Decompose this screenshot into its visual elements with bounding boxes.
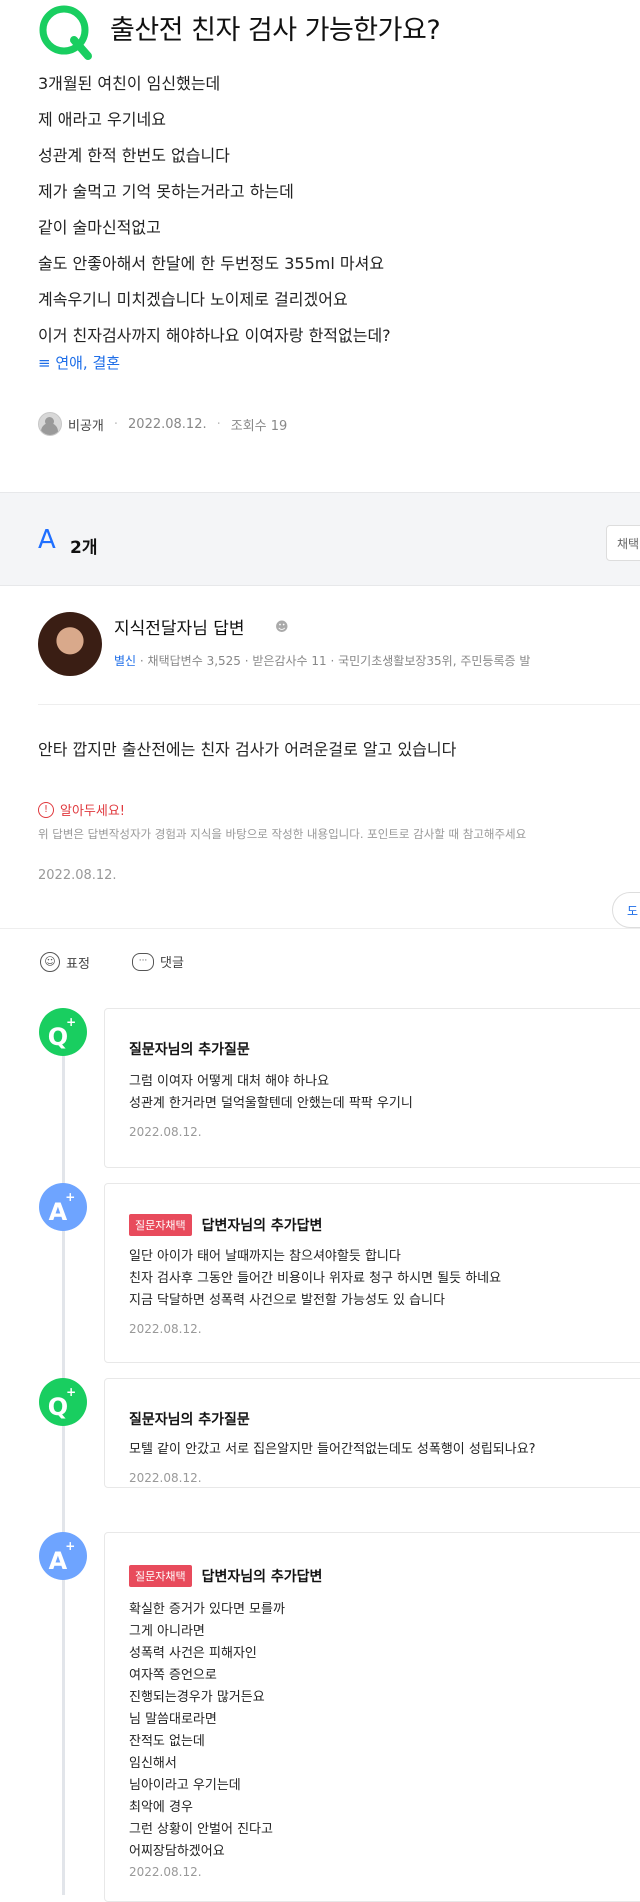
answerer-name[interactable]: 지식전달자님 답변 bbox=[114, 614, 245, 639]
card-date: 2022.08.12. bbox=[129, 1125, 202, 1139]
card-body-line: 그게 아니라면 bbox=[129, 1624, 205, 1639]
question-body-line: 제가 술먹고 기억 못하는거라고 하는데 bbox=[38, 182, 294, 201]
card-header-text: 답변자님의 추가답변 bbox=[201, 1569, 323, 1585]
question-title: 출산전 친자 검사 가능한가요? bbox=[110, 15, 441, 46]
card-body-line: 확실한 증거가 있다면 모를까 bbox=[129, 1602, 285, 1617]
selected-by-asker-badge: 질문자채택 bbox=[129, 1214, 192, 1236]
meta-separator: · bbox=[216, 416, 221, 432]
card-body-line: 모텔 같이 안갔고 서로 집은알지만 들어간적없는데도 성폭행이 성립되나요? bbox=[129, 1442, 536, 1457]
card-body: 모텔 같이 안갔고 서로 집은알지만 들어간적없는데도 성폭행이 성립되나요? bbox=[129, 1439, 536, 1461]
card-body-line: 친자 검사후 그동안 들어간 비용이나 위자료 청구 하시면 될듯 하네요 bbox=[129, 1271, 502, 1286]
card-body-line: 최악에 경우 bbox=[129, 1800, 193, 1815]
card-body-line: 임신해서 bbox=[129, 1756, 177, 1771]
emoji-label: 표정 bbox=[66, 956, 90, 972]
card-body-line: 일단 아이가 태어 날때까지는 참으셔야할듯 합니다 bbox=[129, 1249, 401, 1264]
card-header: 질문자님의 추가질문 bbox=[129, 1039, 250, 1059]
selected-by-asker-badge: 질문자채택 bbox=[129, 1565, 192, 1587]
follow-up-question-card: 질문자님의 추가질문모텔 같이 안갔고 서로 집은알지만 들어간적없는데도 성폭… bbox=[104, 1378, 640, 1488]
question-body-line: 계속우기니 미치겠습니다 노이제로 걸리겠어요 bbox=[38, 290, 348, 309]
answers-count: 2개 bbox=[70, 538, 98, 558]
follow-up-answer-icon: A+ bbox=[39, 1183, 87, 1231]
card-header: 질문자님의 추가질문 bbox=[129, 1409, 250, 1429]
question-body-line: 이거 친자검사까지 해야하나요 이여자랑 한적없는데? bbox=[38, 326, 391, 345]
meta-separator: · bbox=[113, 416, 119, 432]
card-date: 2022.08.12. bbox=[129, 1865, 202, 1879]
card-date: 2022.08.12. bbox=[129, 1471, 202, 1485]
follow-up-question-icon: Q+ bbox=[39, 1378, 87, 1426]
card-body: 확실한 증거가 있다면 모를까그게 아니라면성폭력 사건은 피해자인여자쪽 증언… bbox=[129, 1599, 285, 1863]
question-body-line: 같이 술마신적없고 bbox=[38, 218, 161, 237]
divider bbox=[0, 928, 640, 929]
card-header: 질문자채택 답변자님의 추가답변 bbox=[129, 1214, 322, 1236]
comment-label: 댓글 bbox=[160, 956, 184, 971]
person-badge-icon: ☻ bbox=[275, 620, 289, 635]
follow-up-answer-icon: A+ bbox=[39, 1532, 87, 1580]
notice-title-text: 알아두세요! bbox=[60, 804, 126, 819]
answers-a-icon: A bbox=[38, 525, 56, 555]
card-body-line: 성폭력 사건은 피해자인 bbox=[129, 1646, 257, 1661]
answerer-stats-text: · 채택답변수 3,525 · 받은감사수 11 · 국민기초생활보장35위, … bbox=[139, 654, 531, 668]
emoji-reaction-button[interactable]: ☺ 표정 bbox=[40, 952, 90, 972]
card-body-line: 어찌장담하겠어요 bbox=[129, 1844, 225, 1859]
card-body-line: 잔적도 없는데 bbox=[129, 1734, 205, 1749]
card-body-line: 지금 닥달하면 성폭력 사건으로 발전할 가능성도 있 습니다 bbox=[129, 1293, 445, 1308]
card-body-line: 님아이라고 우기는데 bbox=[129, 1778, 241, 1793]
question-author: 비공개 bbox=[68, 418, 104, 434]
question-category-link[interactable]: ≡ 연애, 결혼 bbox=[38, 352, 120, 373]
thread-timeline-line bbox=[62, 1030, 65, 1895]
answer-text: 안타 깝지만 출산전에는 친자 검사가 어려운걸로 알고 있습니다 bbox=[38, 740, 457, 759]
question-body-line: 성관계 한적 한번도 없습니다 bbox=[38, 146, 230, 165]
card-header-text: 답변자님의 추가답변 bbox=[201, 1218, 323, 1234]
follow-up-answer-card: 질문자채택 답변자님의 추가답변일단 아이가 태어 날때까지는 참으셔야할듯 합니… bbox=[104, 1183, 640, 1363]
notice-title: ! 알아두세요! bbox=[38, 800, 125, 819]
question-date: 2022.08.12. bbox=[128, 416, 207, 432]
comment-bubble-icon: ··· bbox=[132, 952, 154, 971]
follow-up-answer-card: 질문자채택 답변자님의 추가답변확실한 증거가 있다면 모를까그게 아니라면성폭력… bbox=[104, 1532, 640, 1902]
question-views: 조회수 19 bbox=[230, 418, 288, 434]
card-body-line: 그럼 이여자 어떻게 대처 해야 하나요 bbox=[129, 1074, 330, 1089]
author-avatar-icon bbox=[38, 412, 62, 436]
answerer-grade[interactable]: 별신 bbox=[114, 654, 136, 668]
card-body: 일단 아이가 태어 날때까지는 참으셔야할듯 합니다친자 검사후 그동안 들어간… bbox=[129, 1246, 501, 1312]
question-body-line: 제 애라고 우기네요 bbox=[38, 110, 166, 129]
answerer-stats: 별신 · 채택답변수 3,525 · 받은감사수 11 · 국민기초생활보장35… bbox=[114, 652, 530, 669]
question-q-logo-icon bbox=[36, 2, 96, 62]
notice-text: 위 답변은 답변작성자가 경험과 지식을 바탕으로 작성한 내용입니다. 포인트… bbox=[38, 827, 527, 841]
question-body-line: 술도 안좋아해서 한달에 한 두번정도 355ml 마셔요 bbox=[38, 254, 385, 273]
question-body: 3개월된 여친이 임신했는데제 애라고 우기네요성관계 한적 한번도 없습니다제… bbox=[38, 66, 638, 354]
card-date: 2022.08.12. bbox=[129, 1322, 202, 1336]
card-body-line: 님 말씀대로라면 bbox=[129, 1712, 217, 1727]
card-header-text: 질문자님의 추가질문 bbox=[129, 1412, 250, 1428]
divider bbox=[38, 704, 640, 705]
card-body-line: 여자쪽 증언으로 bbox=[129, 1668, 217, 1683]
card-header-text: 질문자님의 추가질문 bbox=[129, 1042, 250, 1058]
smile-icon: ☺ bbox=[40, 952, 60, 972]
comment-button[interactable]: ··· 댓글 bbox=[132, 952, 184, 971]
sort-button[interactable]: 채택 bbox=[606, 525, 640, 561]
answer-date: 2022.08.12. bbox=[38, 868, 117, 883]
question-body-line: 3개월된 여친이 임신했는데 bbox=[38, 74, 221, 93]
card-body: 그럼 이여자 어떻게 대처 해야 하나요성관계 한거라면 덜억울할텐데 안했는데… bbox=[129, 1071, 413, 1115]
follow-up-question-card: 질문자님의 추가질문그럼 이여자 어떻게 대처 해야 하나요성관계 한거라면 덜… bbox=[104, 1008, 640, 1168]
answerer-avatar[interactable] bbox=[38, 612, 102, 676]
question-meta: 비공개 · 2022.08.12. · 조회수 19 bbox=[38, 412, 287, 436]
more-button[interactable]: 도 bbox=[612, 892, 640, 928]
card-body-line: 진행되는경우가 많거든요 bbox=[129, 1690, 265, 1705]
card-header: 질문자채택 답변자님의 추가답변 bbox=[129, 1565, 322, 1587]
alert-icon: ! bbox=[38, 801, 54, 818]
card-body-line: 성관계 한거라면 덜억울할텐데 안했는데 팍팍 우기니 bbox=[129, 1096, 413, 1111]
follow-up-question-icon: Q+ bbox=[39, 1008, 87, 1056]
card-body-line: 그런 상황이 안벌어 진다고 bbox=[129, 1822, 273, 1837]
